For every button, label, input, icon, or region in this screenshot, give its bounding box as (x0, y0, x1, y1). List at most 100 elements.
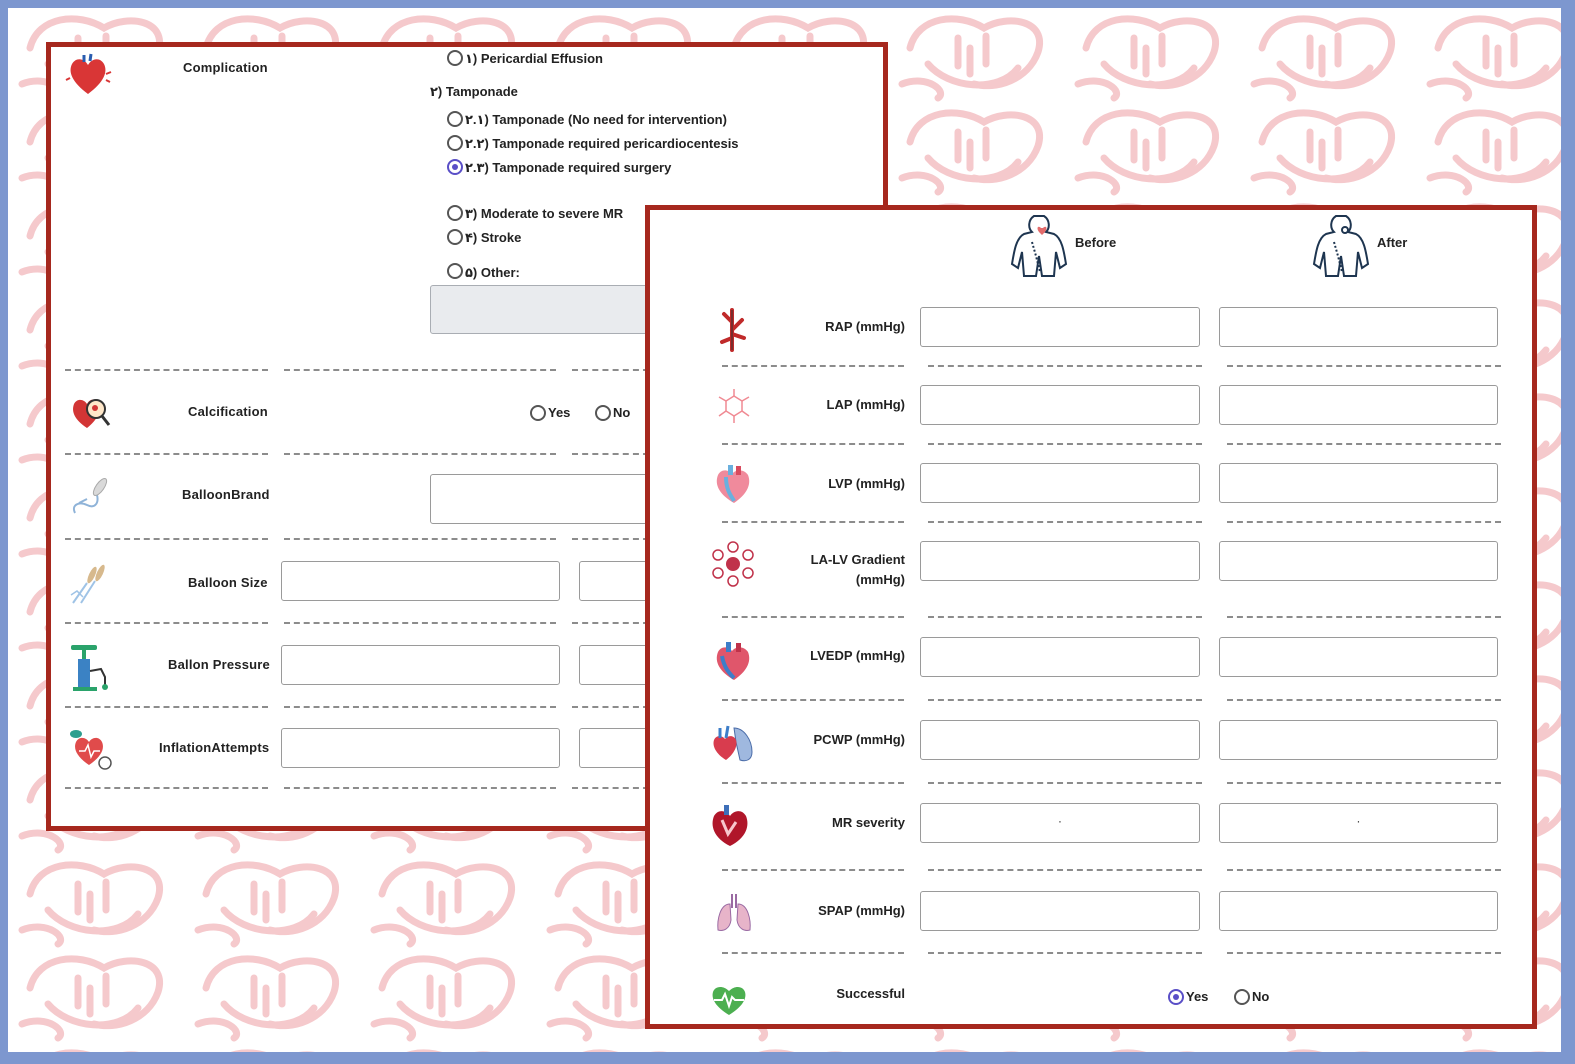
radio-other[interactable] (447, 263, 463, 279)
divider (722, 869, 904, 871)
divider (1227, 952, 1501, 954)
lungs-icon (717, 894, 751, 931)
calcification-no-label: No (613, 405, 631, 420)
hemodynamics-panel: Before After RAP (mmHg) LAP (mmHg) LVP (… (645, 205, 1537, 1029)
lap-before-input[interactable] (920, 385, 1200, 425)
option-stroke: ۴) Stroke (465, 230, 522, 245)
balloon-catheter-icon (73, 477, 108, 514)
divider (1227, 443, 1501, 445)
mr-severity-before-select[interactable]: ۰ (920, 803, 1200, 843)
divider (722, 443, 904, 445)
divider (928, 443, 1202, 445)
body-before-icon (1010, 215, 1068, 277)
body-after-icon (1312, 215, 1370, 277)
calcified-heart-magnifier-icon (73, 399, 111, 428)
calcification-yes-radio[interactable] (530, 405, 546, 421)
divider (1227, 521, 1501, 523)
option-tamponade-pericardiocentesis: ۲.۲) Tamponade required pericardiocentes… (465, 136, 739, 151)
mr-severity-after-value: ۰ (1355, 816, 1362, 828)
la-lv-gradient-label: LA-LV Gradient (mmHg) (810, 552, 905, 587)
radio-stroke[interactable] (447, 229, 463, 245)
inflation-attempts-label: InflationAttempts (159, 740, 270, 755)
pressure-pump-icon (71, 645, 108, 691)
mr-severity-after-select[interactable]: ۰ (1219, 803, 1498, 843)
divider (284, 453, 556, 455)
divider (928, 365, 1202, 367)
successful-yes-label: Yes (1186, 989, 1209, 1004)
successful-no-label: No (1252, 989, 1270, 1004)
heart-pulse-icon (712, 986, 746, 1015)
spap-before-input[interactable] (920, 891, 1200, 931)
radio-pericardial-effusion[interactable] (447, 50, 463, 66)
successful-yes-radio[interactable] (1168, 989, 1184, 1005)
divider (284, 369, 556, 371)
divider (722, 952, 904, 954)
ballon-pressure-input-1[interactable] (281, 645, 560, 685)
successful-no-radio[interactable] (1234, 989, 1250, 1005)
after-column-header: After (1377, 235, 1408, 250)
heart-icon (65, 53, 112, 94)
radio-tamponade-no-intervention[interactable] (447, 111, 463, 127)
rap-after-input[interactable] (1219, 307, 1498, 347)
lvp-before-input[interactable] (920, 463, 1200, 503)
lap-label: LAP (mmHg) (826, 397, 905, 412)
la-lv-gradient-after-input[interactable] (1219, 541, 1498, 581)
divider (1227, 782, 1501, 784)
divider (722, 521, 904, 523)
mr-severity-before-value: ۰ (1057, 816, 1063, 828)
divider (928, 699, 1202, 701)
spap-after-input[interactable] (1219, 891, 1498, 931)
calcification-label: Calcification (188, 404, 268, 419)
rap-label: RAP (mmHg) (825, 319, 905, 334)
divider (928, 521, 1202, 523)
divider (1227, 616, 1501, 618)
successful-label: Successful (836, 986, 905, 1001)
pcwp-label: PCWP (mmHg) (813, 732, 905, 747)
divider (65, 622, 268, 624)
la-lv-gradient-before-input[interactable] (920, 541, 1200, 581)
heart-anatomy-icon (716, 465, 750, 503)
divider (928, 616, 1202, 618)
divider (65, 538, 268, 540)
divider (928, 869, 1202, 871)
balloon-size-icon (70, 564, 105, 604)
radio-tamponade-surgery[interactable] (447, 159, 463, 175)
rap-before-input[interactable] (920, 307, 1200, 347)
inflation-attempts-input-1[interactable] (281, 728, 560, 768)
option-tamponade-no-intervention: ۲.۱) Tamponade (No need for intervention… (465, 112, 727, 127)
divider (284, 538, 556, 540)
divider (1227, 869, 1501, 871)
divider (65, 453, 268, 455)
lvp-label: LVP (mmHg) (828, 476, 905, 491)
heart-anatomy-icon (716, 642, 750, 680)
tamponade-group-label: ۲) Tamponade (430, 84, 518, 99)
calcification-no-radio[interactable] (595, 405, 611, 421)
spap-label: SPAP (mmHg) (818, 903, 905, 918)
heart-lung-icon (713, 725, 753, 762)
divider (65, 787, 268, 789)
lvedp-after-input[interactable] (1219, 637, 1498, 677)
before-column-header: Before (1075, 235, 1117, 250)
lap-after-input[interactable] (1219, 385, 1498, 425)
lvp-after-input[interactable] (1219, 463, 1498, 503)
lvedp-before-input[interactable] (920, 637, 1200, 677)
divider (65, 369, 268, 371)
divider (65, 706, 268, 708)
divider (722, 365, 904, 367)
option-tamponade-surgery: ۲.۳) Tamponade required surgery (465, 160, 672, 175)
option-pericardial-effusion: ۱) Pericardial Effusion (465, 51, 603, 66)
divider (1227, 699, 1501, 701)
pcwp-before-input[interactable] (920, 720, 1200, 760)
heart-cycle-icon (712, 541, 754, 587)
molecule-icon (718, 389, 750, 423)
balloon-size-input-1[interactable] (281, 561, 560, 601)
divider (928, 952, 1202, 954)
divider (722, 699, 904, 701)
radio-moderate-severe-mr[interactable] (447, 205, 463, 221)
radio-tamponade-pericardiocentesis[interactable] (447, 135, 463, 151)
blood-pressure-icon (70, 730, 112, 770)
heart-cross-section-icon (712, 805, 748, 846)
divider (284, 787, 556, 789)
divider (722, 616, 904, 618)
pcwp-after-input[interactable] (1219, 720, 1498, 760)
